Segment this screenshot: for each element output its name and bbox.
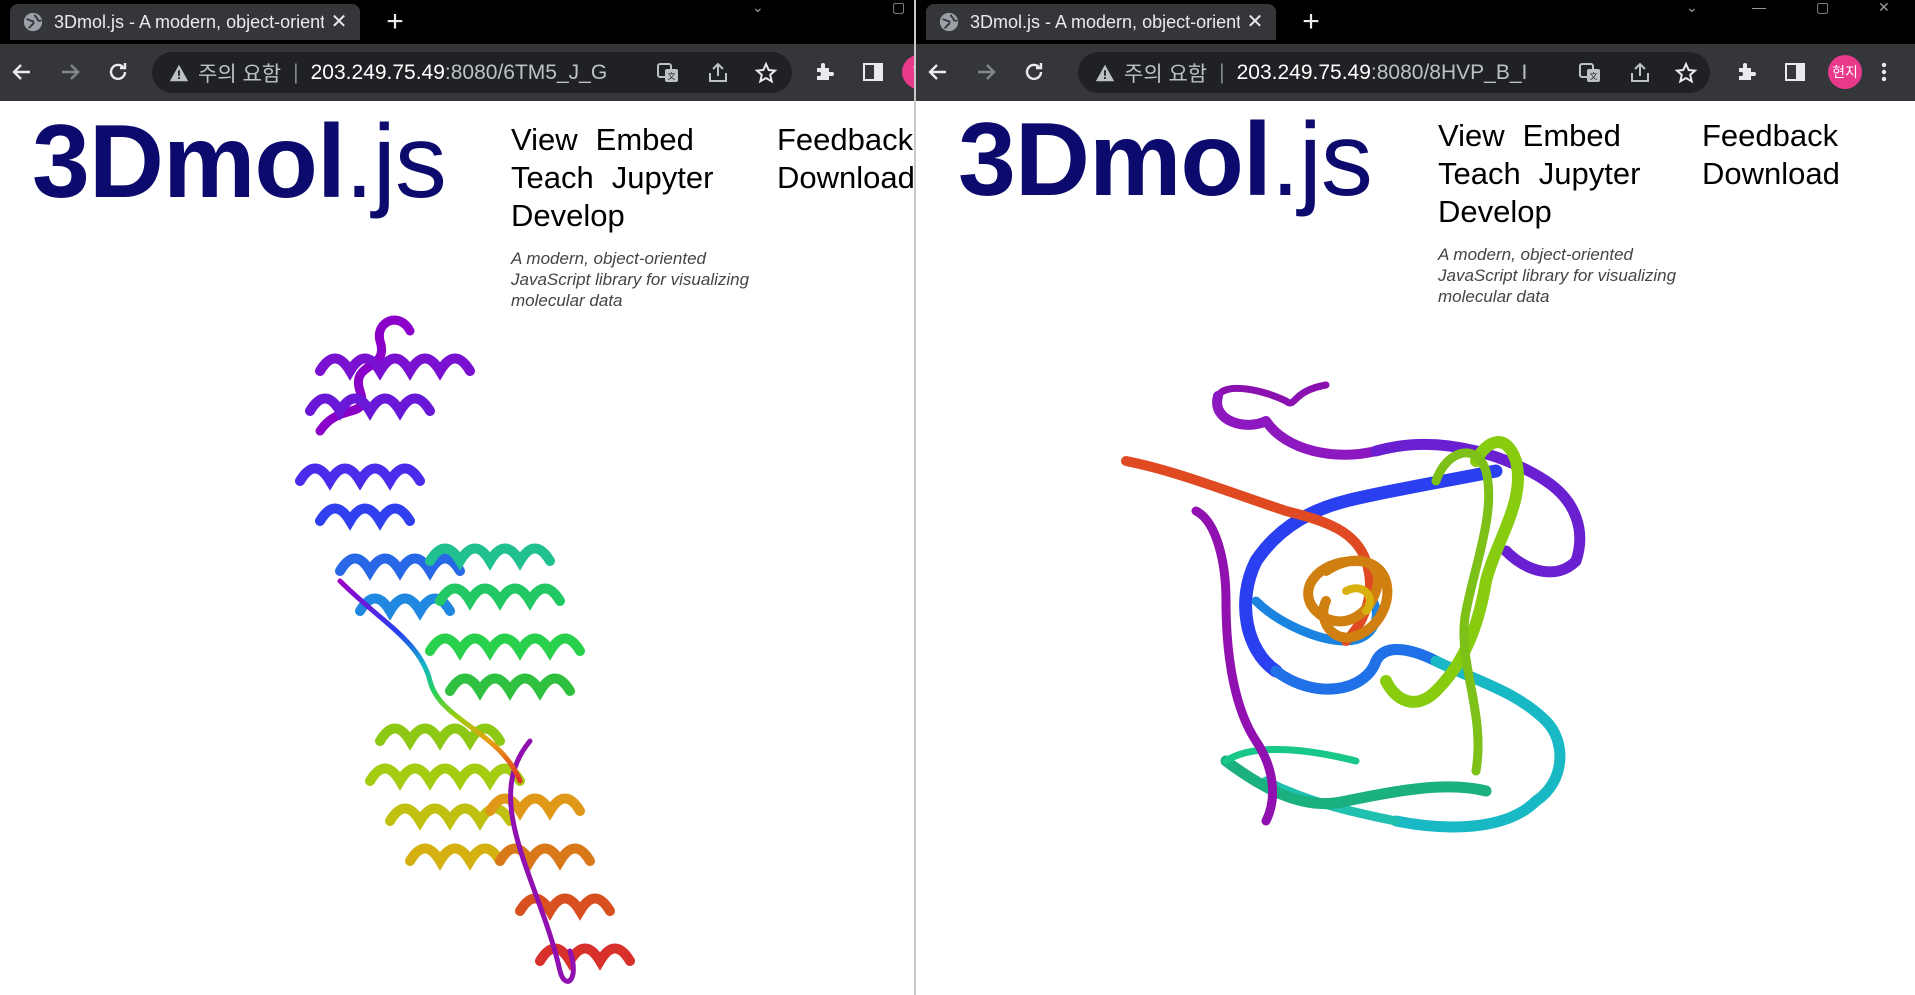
profile-avatar[interactable]: 현지 [1828,55,1862,89]
translate-icon[interactable]: 文 [1578,61,1602,85]
browser-toolbar: 주의 요함 | 203.249.75.49:8080/8HVP_B_I 文 현지 [916,44,1915,101]
globe-icon [939,12,959,32]
forward-icon [62,64,80,80]
profile-avatar[interactable]: 현 [902,55,914,89]
nav-feedback-link[interactable]: Feedback [1702,117,1840,155]
nav-develop-link[interactable]: Develop [1438,194,1552,229]
extensions-button[interactable] [810,57,840,87]
browser-tab-active[interactable]: 3Dmol.js - A modern, object-oriented Jav… [926,4,1276,40]
nav-teach-link[interactable]: Teach [511,160,594,195]
svg-text:文: 文 [1590,71,1598,81]
back-button[interactable] [922,56,954,88]
secondary-nav: Feedback Download [1702,117,1840,193]
nav-view-link[interactable]: View [1438,118,1505,153]
side-panel-icon [863,63,883,81]
page-content: 3Dmol.js View Embed Teach Jupyter Develop … [0,101,914,995]
extensions-button[interactable] [1732,57,1762,87]
reload-icon [109,63,127,81]
back-icon [12,64,30,80]
maximize-icon[interactable]: ▢ [892,0,905,16]
svg-text:文: 文 [668,71,676,81]
nav-view-link[interactable]: View [511,122,578,157]
globe-icon [23,12,43,32]
chevron-down-icon[interactable]: ⌄ [1686,0,1698,16]
security-label[interactable]: 주의 요함 [198,58,281,88]
star-icon[interactable] [1674,61,1698,85]
nav-download-link[interactable]: Download [1702,155,1840,193]
omnibox-separator: | [293,60,299,84]
url-path: :8080/6TM5_J_G [444,60,608,84]
logo-main: 3Dmol [958,102,1272,218]
secondary-nav: Feedback Download [777,121,914,197]
tab-close-button[interactable]: ✕ [326,9,352,35]
close-window-icon[interactable]: ✕ [1878,0,1890,16]
tab-strip: 3Dmol.js - A modern, object-oriented Jav… [0,0,914,44]
tab-title: 3Dmol.js - A modern, object-oriented Jav… [970,11,1240,32]
extensions-icon [817,63,834,80]
url-host: 203.249.75.49 [1236,60,1371,84]
star-icon[interactable] [754,61,778,85]
maximize-icon[interactable]: ▢ [1816,0,1829,16]
tab-close-button[interactable]: ✕ [1242,9,1268,35]
new-tab-button[interactable]: + [1294,5,1328,39]
nav-embed-link[interactable]: Embed [1523,118,1621,153]
left-browser-window: 3Dmol.js - A modern, object-oriented Jav… [0,0,914,995]
molecule-viewer[interactable] [1116,361,1696,961]
address-bar[interactable]: 주의 요함 | 203.249.75.49:8080/8HVP_B_I 文 [1078,52,1710,93]
nav-embed-link[interactable]: Embed [596,122,694,157]
primary-nav: View Embed Teach Jupyter Develop [1438,117,1640,231]
url-path: :8080/8HVP_B_I [1370,60,1528,84]
forward-icon [978,64,996,80]
reload-button[interactable] [1018,56,1050,88]
back-button[interactable] [6,56,38,88]
page-content: 3Dmol.js View Embed Teach Jupyter Develop … [916,101,1915,995]
menu-kebab-icon [1881,62,1887,82]
share-icon[interactable] [706,61,730,85]
chevron-down-icon[interactable]: ⌄ [752,0,764,16]
new-tab-button[interactable]: + [378,5,412,39]
url-text[interactable]: 203.249.75.49:8080/8HVP_B_I [1237,61,1528,85]
browser-tab-active[interactable]: 3Dmol.js - A modern, object-oriented Jav… [10,4,360,40]
protein-helices [295,315,635,984]
tagline: A modern, object-oriented JavaScript lib… [1438,245,1677,306]
logo-suffix: .js [344,104,447,220]
site-logo[interactable]: 3Dmol.js [32,103,447,222]
omnibox-separator: | [1219,60,1225,84]
right-browser-window: 3Dmol.js - A modern, object-oriented Jav… [916,0,1915,995]
translate-icon[interactable]: 文 [656,61,680,85]
nav-develop-link[interactable]: Develop [511,198,625,233]
reload-button[interactable] [102,56,134,88]
address-bar[interactable]: 주의 요함 | 203.249.75.49:8080/6TM5_J_G 文 [152,52,792,93]
primary-nav: View Embed Teach Jupyter Develop [511,121,713,235]
share-icon[interactable] [1628,61,1652,85]
nav-jupyter-link[interactable]: Jupyter [1539,156,1641,191]
minimize-icon[interactable]: — [1752,0,1766,16]
protein-ribbons [1121,381,1586,833]
molecule-viewer[interactable] [280,281,700,995]
security-label[interactable]: 주의 요함 [1124,58,1207,88]
site-logo[interactable]: 3Dmol.js [958,101,1373,220]
side-panel-icon [1785,63,1805,81]
browser-menu-button[interactable] [1874,57,1894,87]
browser-toolbar: 주의 요함 | 203.249.75.49:8080/6TM5_J_G 文 현 [0,44,914,101]
side-panel-button[interactable] [1780,57,1810,87]
forward-button[interactable] [54,56,86,88]
reload-icon [1025,63,1043,81]
logo-suffix: .js [1270,102,1373,218]
warning-icon [169,64,189,81]
url-text[interactable]: 203.249.75.49:8080/6TM5_J_G [311,61,608,85]
nav-download-link[interactable]: Download [777,159,914,197]
back-icon [928,64,946,80]
nav-jupyter-link[interactable]: Jupyter [612,160,714,195]
nav-feedback-link[interactable]: Feedback [777,121,914,159]
tab-strip: 3Dmol.js - A modern, object-oriented Jav… [916,0,1915,44]
tab-title: 3Dmol.js - A modern, object-oriented Jav… [54,11,324,32]
nav-teach-link[interactable]: Teach [1438,156,1521,191]
url-host: 203.249.75.49 [310,60,445,84]
logo-main: 3Dmol [32,104,346,220]
side-panel-button[interactable] [858,57,888,87]
extensions-icon [1739,63,1756,80]
warning-icon [1095,64,1115,81]
forward-button[interactable] [970,56,1002,88]
